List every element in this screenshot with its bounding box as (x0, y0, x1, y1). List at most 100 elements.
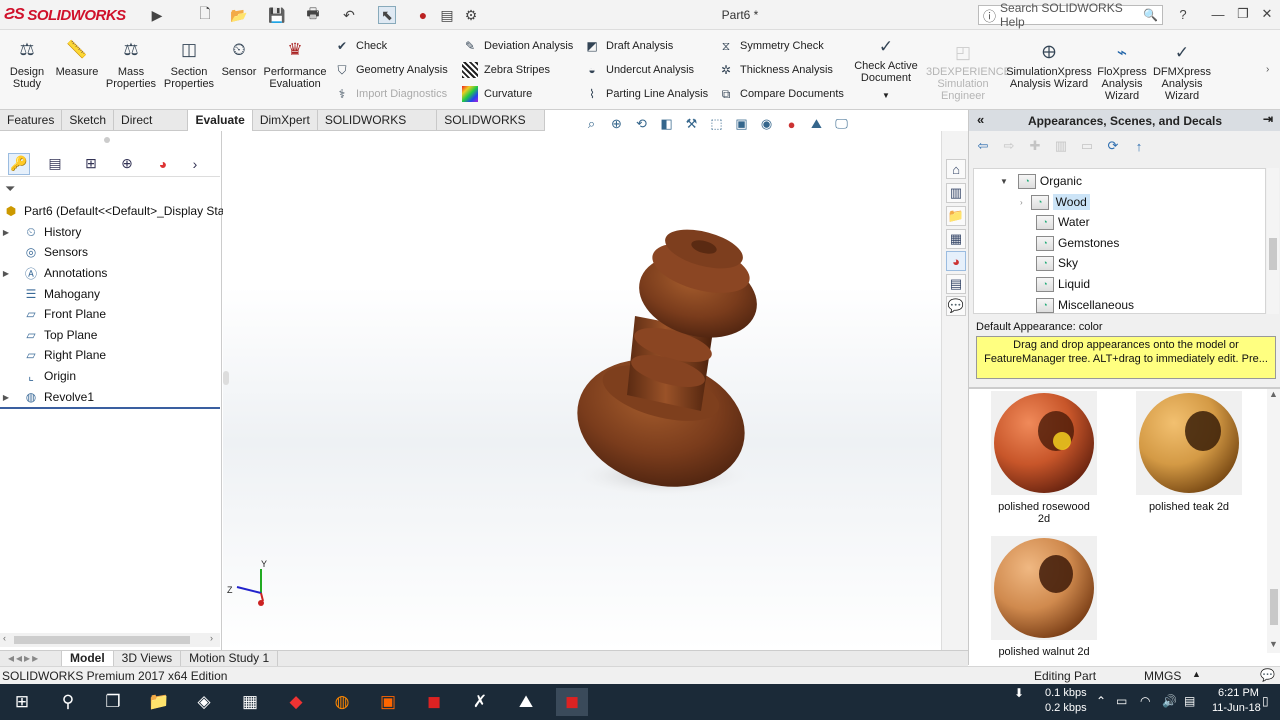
tab-sketch[interactable]: Sketch (62, 110, 115, 131)
measure-button[interactable]: 📏 Measure (54, 38, 100, 78)
tab-dimxpert[interactable]: DimXpert (253, 110, 318, 131)
sensor-button[interactable]: ⏲ Sensor (220, 38, 258, 78)
scroll-right-icon[interactable]: › (210, 633, 213, 643)
windows-start-icon[interactable]: ⊞ (6, 688, 38, 716)
scroll-thumb[interactable] (1269, 238, 1277, 270)
floxpress-button[interactable]: ⌁ FloXpress Analysis Wizard (1096, 44, 1148, 102)
scroll-thumb[interactable] (14, 636, 190, 644)
tree-scrollbar[interactable] (1267, 168, 1279, 314)
file-explorer-icon[interactable]: 📁 (946, 206, 966, 226)
clock-time[interactable]: 6:21 PM (1218, 687, 1259, 699)
tab-features[interactable]: Features (0, 110, 63, 131)
rebuild-icon[interactable]: ● (414, 6, 432, 24)
tree-node-sky[interactable]: ◔ Sky (1036, 253, 1078, 273)
tree-item-right-plane[interactable]: ▱ Right Plane (0, 345, 106, 365)
propertymanager-icon[interactable]: ▤ (44, 153, 66, 175)
tree-item-origin[interactable]: ⌞ Origin (0, 366, 76, 386)
deviation-analysis-button[interactable]: ✎ Deviation Analysis (462, 35, 573, 57)
scroll-left-icon[interactable]: ‹ (3, 633, 6, 643)
save-icon[interactable]: 💾 (268, 6, 286, 24)
tree-node-gemstones[interactable]: ◔ Gemstones (1036, 233, 1119, 253)
filter-icon[interactable]: ⏷ (5, 181, 15, 197)
performance-evaluation-button[interactable]: ♛ Performance Evaluation (262, 38, 328, 90)
dfmxpress-button[interactable]: ✓ DFMXpress Analysis Wizard (1150, 44, 1214, 102)
panel-grip[interactable] (104, 137, 110, 143)
clock-date[interactable]: 11-Jun-18 (1212, 702, 1261, 714)
tab-direct-editing[interactable]: Direct Editing (114, 110, 189, 147)
app-icon[interactable]: ◈ (188, 688, 220, 716)
expand-arrow-icon[interactable]: ▶ (0, 269, 12, 278)
solidworks-2017-icon[interactable]: ◼ (418, 688, 450, 716)
expand-arrow-icon[interactable]: ▶ (0, 228, 12, 237)
tree-item-sensors[interactable]: ◎ Sensors (0, 242, 88, 262)
dimxpertmanager-icon[interactable]: ⊕ (116, 153, 138, 175)
compare-documents-button[interactable]: ⧉ Compare Documents (718, 83, 844, 105)
tooltip-icon[interactable]: 💬 (1260, 668, 1275, 682)
wooden-knob-model[interactable] (563, 222, 766, 505)
tab-evaluate[interactable]: Evaluate (188, 110, 253, 131)
appearances-scenes-icon[interactable]: ◕ (946, 251, 966, 271)
tree-root-part[interactable]: ⬢ Part6 (Default<<Default>_Display State (0, 201, 235, 221)
parting-line-analysis-button[interactable]: ⌇ Parting Line Analysis (584, 83, 708, 105)
panel-collapse-handle[interactable] (223, 371, 229, 385)
graphics-area[interactable]: Y Z (223, 131, 941, 650)
unit-system[interactable]: MMGS (1144, 669, 1181, 683)
tree-node-organic[interactable]: ▼ ◔ Organic (1000, 171, 1082, 191)
expand-arrow-icon[interactable]: › (1020, 198, 1023, 207)
chevron-right-icon[interactable]: › (188, 153, 202, 175)
tab-scroll-arrows-icon[interactable]: ◂◂▸▸ (0, 650, 62, 667)
calculator-icon[interactable]: ▦ (234, 688, 266, 716)
search-icon[interactable]: 🔍 (1143, 8, 1158, 22)
tree-item-revolve1[interactable]: ▶ ◍ Revolve1 (0, 387, 94, 407)
scroll-thumb[interactable] (1270, 589, 1278, 625)
tree-item-material[interactable]: ☰ Mahogany (0, 284, 100, 304)
horizontal-scrollbar[interactable]: ‹ › (0, 633, 220, 647)
up-folder-icon[interactable]: ↑ (1131, 138, 1147, 154)
tab-solidworks-mbd[interactable]: SOLIDWORKS MBD (437, 110, 545, 147)
zebra-stripes-button[interactable]: Zebra Stripes (462, 59, 550, 81)
undercut-analysis-button[interactable]: ◒ Undercut Analysis (584, 59, 694, 81)
new-icon[interactable]: 🗋 (196, 5, 214, 24)
tray-chevron-icon[interactable]: ⌃ (1096, 694, 1106, 708)
tree-item-top-plane[interactable]: ▱ Top Plane (0, 325, 97, 345)
select-icon[interactable]: ⬉ (378, 6, 396, 24)
tree-node-wood[interactable]: › ◔ Wood (1020, 192, 1090, 212)
displaymanager-icon[interactable]: ◕ (152, 153, 174, 175)
media-app-icon[interactable]: ▣ (372, 688, 404, 716)
action-center-icon[interactable]: ▯ (1262, 694, 1269, 708)
wifi-icon[interactable]: ◠ (1140, 694, 1150, 708)
swatch-polished-walnut[interactable]: polished walnut 2d (991, 536, 1097, 658)
tree-node-miscellaneous[interactable]: ◔ Miscellaneous (1036, 295, 1134, 313)
open-icon[interactable]: 📂 (230, 6, 248, 24)
file-properties-icon[interactable]: ▤ (438, 6, 456, 24)
tab-solidworks-add-ins[interactable]: SOLIDWORKS Add-Ins (318, 110, 438, 147)
tree-item-history[interactable]: ▶ ⏲ History (0, 222, 81, 242)
tree-node-water[interactable]: ◔ Water (1036, 212, 1090, 232)
featuremanager-tree-icon[interactable]: 🔑 (8, 152, 30, 175)
units-dropdown-icon[interactable]: ▲ (1192, 669, 1201, 679)
curvature-button[interactable]: Curvature (462, 83, 532, 105)
symmetry-check-button[interactable]: ⧖ Symmetry Check (718, 35, 824, 57)
tab-model[interactable]: Model (62, 650, 114, 667)
restore-button[interactable]: ❐ (1232, 4, 1254, 24)
mass-properties-button[interactable]: ⚖ Mass Properties (104, 38, 158, 90)
solidworks-logo[interactable]: ƧS SOLIDWORKS (4, 4, 126, 26)
print-icon[interactable]: 🖶 (304, 5, 322, 24)
help-search-field[interactable]: ⓘ Search SOLIDWORKS Help 🔍 (978, 1, 1163, 29)
section-properties-button[interactable]: ◫ Section Properties (162, 38, 216, 90)
solidworks-resources-icon[interactable]: ⌂ (946, 159, 966, 179)
swatch-polished-teak[interactable]: polished teak 2d (1136, 391, 1242, 513)
search-icon[interactable]: ⚲ (52, 688, 84, 716)
solidworks-forum-icon[interactable]: 💬 (946, 296, 966, 316)
custom-properties-icon[interactable]: ▤ (946, 274, 966, 294)
help-button[interactable]: ? (1172, 4, 1194, 24)
scroll-up-icon[interactable]: ▲ (1269, 389, 1278, 399)
collapse-arrow-icon[interactable]: ▼ (1000, 177, 1008, 186)
tree-item-front-plane[interactable]: ▱ Front Plane (0, 304, 106, 324)
swatch-polished-rosewood[interactable]: polished rosewood 2d (991, 391, 1097, 525)
expand-arrow-icon[interactable]: ▶ (0, 393, 12, 402)
back-icon[interactable]: ⇦ (975, 138, 991, 154)
tree-item-annotations[interactable]: ▶ Ⓐ Annotations (0, 263, 107, 283)
tab-3d-views[interactable]: 3D Views (114, 650, 182, 667)
draft-analysis-button[interactable]: ◩ Draft Analysis (584, 35, 673, 57)
